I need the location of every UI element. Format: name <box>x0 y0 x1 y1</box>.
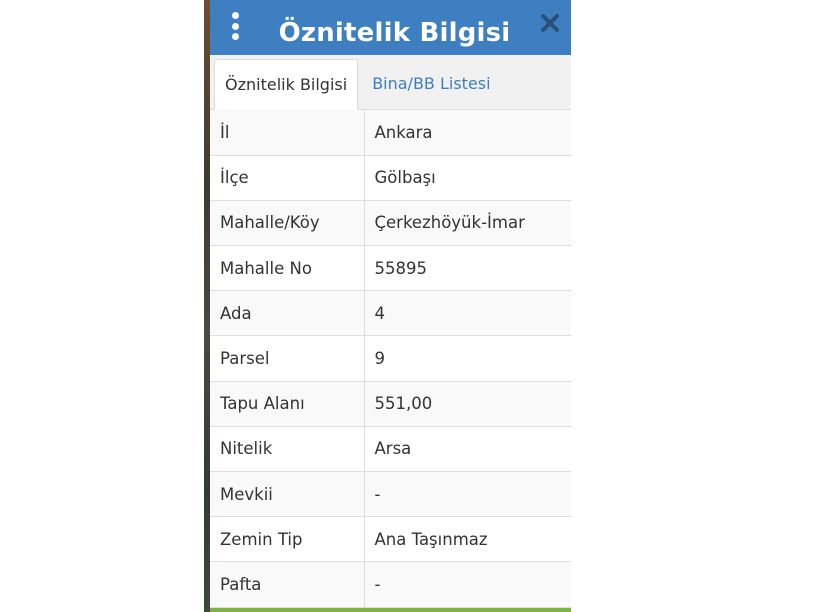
tab-bar: Öznitelik Bilgisi Bina/BB Listesi <box>210 55 571 110</box>
attribute-value: 9 <box>364 335 571 382</box>
attribute-table: İl Ankara İlçe Gölbaşı Mahalle/Köy Çerke… <box>210 110 571 608</box>
attribute-value: Ana Taşınmaz <box>364 516 571 563</box>
attribute-key: Mahalle/Köy <box>210 200 365 247</box>
attribute-value: 4 <box>364 290 571 337</box>
table-row: Mahalle/Köy Çerkezhöyük-İmar <box>210 200 571 247</box>
table-row: Ada 4 <box>210 290 571 337</box>
menu-dot <box>231 12 239 19</box>
footer-accent-bar <box>210 608 571 612</box>
screen: Öznitelik Bilgisi Öznitelik Bilgisi Bina… <box>0 0 816 612</box>
attribute-value: Gölbaşı <box>364 155 571 201</box>
attribute-value: - <box>364 471 571 518</box>
attribute-key: Tapu Alanı <box>210 381 365 427</box>
attribute-value: 551,00 <box>364 381 571 427</box>
attribute-info-panel: Öznitelik Bilgisi Öznitelik Bilgisi Bina… <box>210 0 571 612</box>
menu-dot <box>231 33 239 40</box>
tab-building-list[interactable]: Bina/BB Listesi <box>358 58 500 109</box>
attribute-key: Ada <box>210 290 365 337</box>
menu-dot <box>231 22 239 30</box>
close-icon[interactable] <box>539 12 561 34</box>
table-row: Zemin Tip Ana Taşınmaz <box>210 516 571 563</box>
table-row: Pafta - <box>210 561 571 608</box>
attribute-value: 55895 <box>364 245 571 292</box>
table-row: Nitelik Arsa <box>210 426 571 473</box>
attribute-key: Pafta <box>210 561 365 608</box>
attribute-value: - <box>364 561 571 608</box>
attribute-value: Çerkezhöyük-İmar <box>364 200 571 247</box>
attribute-value: Arsa <box>364 426 571 473</box>
panel-title: Öznitelik Bilgisi <box>278 17 511 48</box>
attribute-key: İl <box>210 110 365 156</box>
attribute-key: Mahalle No <box>210 245 365 292</box>
table-row: İlçe Gölbaşı <box>210 155 571 201</box>
tab-attribute-info[interactable]: Öznitelik Bilgisi <box>214 59 359 110</box>
attribute-key: İlçe <box>210 155 365 201</box>
table-row: Mahalle No 55895 <box>210 245 571 292</box>
table-row: Mevkii - <box>210 471 571 518</box>
kebab-menu-icon[interactable] <box>230 12 240 40</box>
attribute-key: Parsel <box>210 335 365 382</box>
attribute-value: Ankara <box>364 110 571 156</box>
panel-header: Öznitelik Bilgisi <box>210 0 571 55</box>
attribute-key: Zemin Tip <box>210 516 365 563</box>
attribute-key: Nitelik <box>210 426 365 473</box>
table-row: Tapu Alanı 551,00 <box>210 381 571 427</box>
attribute-key: Mevkii <box>210 471 365 518</box>
table-row: Parsel 9 <box>210 335 571 382</box>
table-row: İl Ankara <box>210 110 571 156</box>
